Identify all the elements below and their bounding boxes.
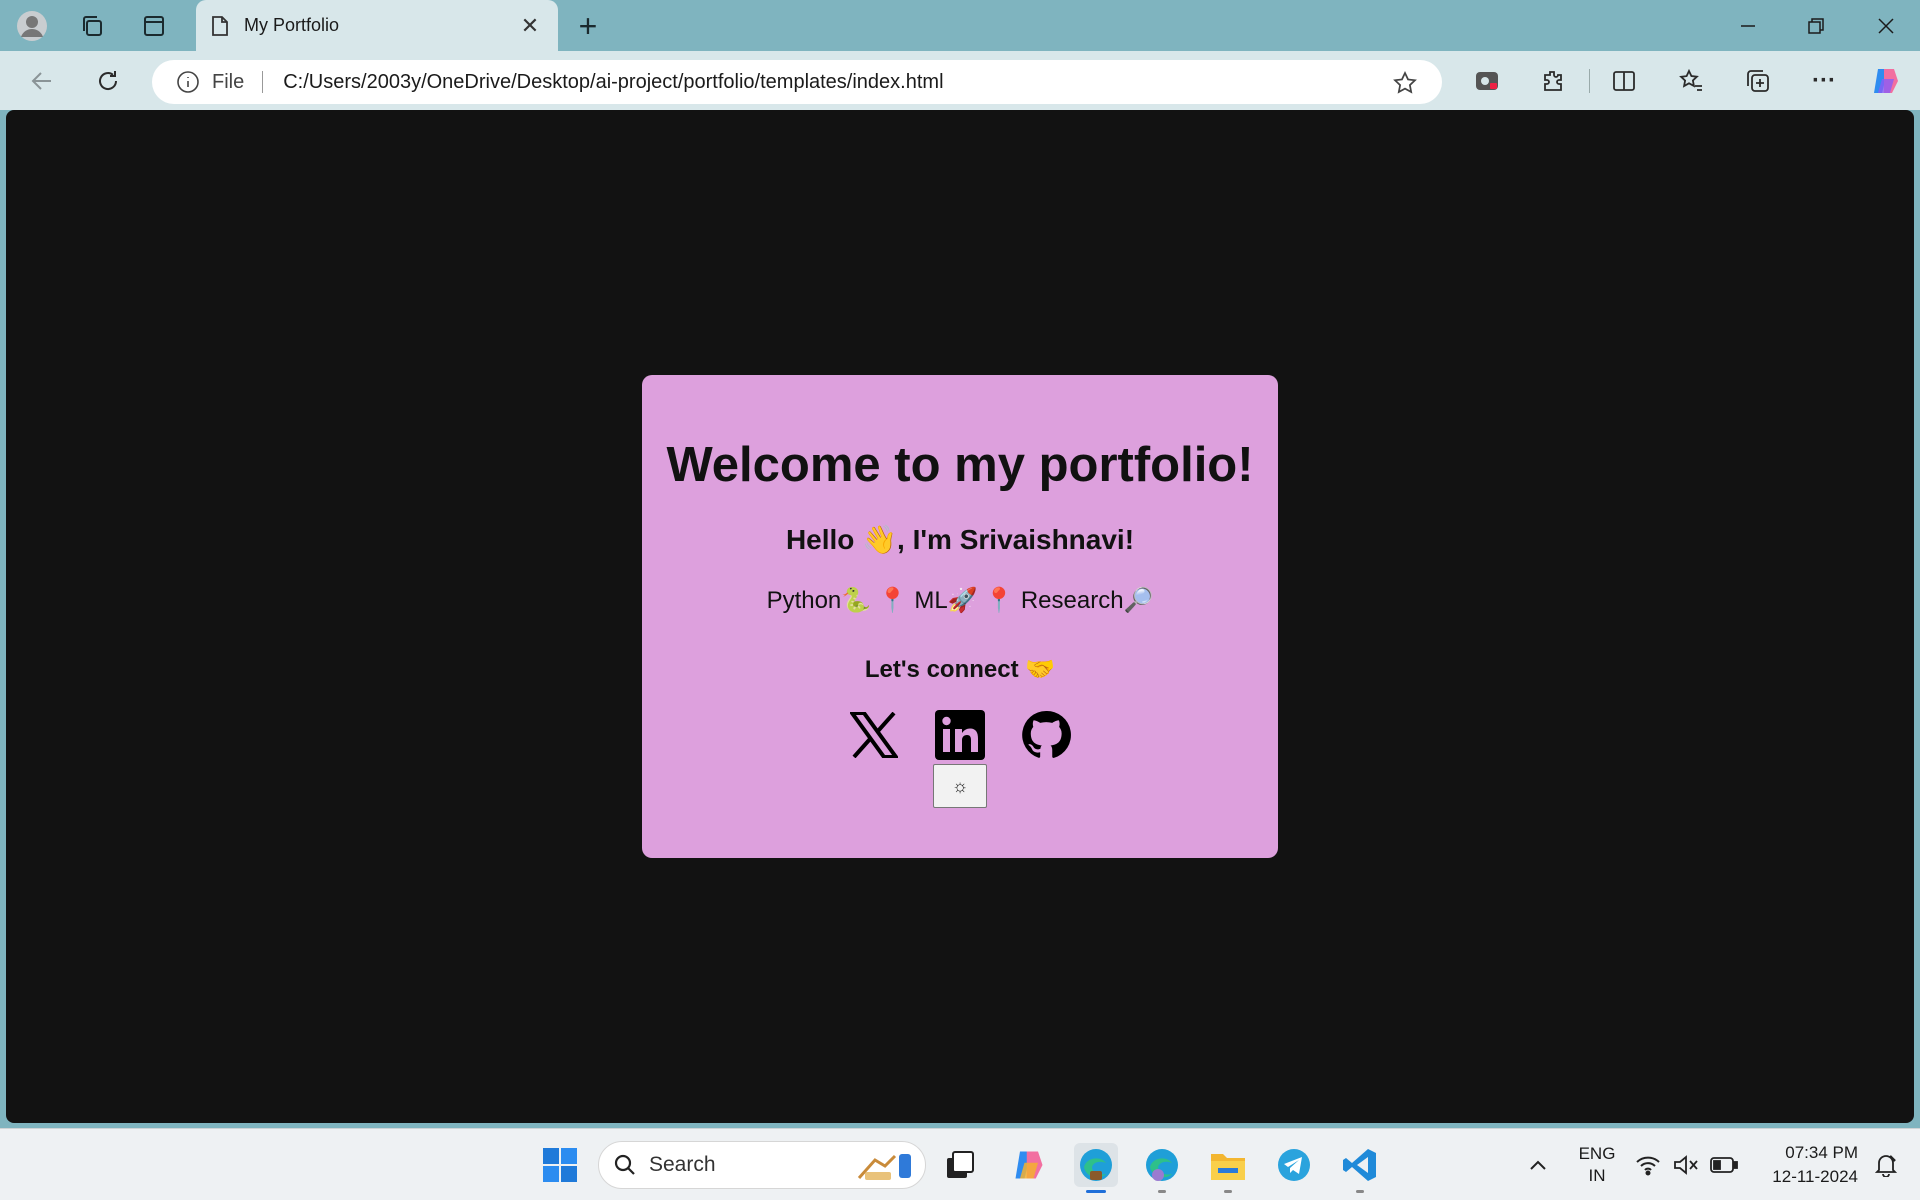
taskbar: Search ENG IN 07:34 PM 12-11-2024	[0, 1128, 1920, 1200]
region-code: IN	[1588, 1166, 1606, 1185]
back-button[interactable]	[22, 61, 62, 101]
vscode-icon[interactable]	[1338, 1143, 1382, 1193]
file-explorer-icon[interactable]	[1206, 1143, 1250, 1193]
connect-heading: Let's connect 🤝	[864, 656, 1056, 683]
search-highlight-icon	[855, 1148, 915, 1189]
notifications-bell-icon[interactable]	[1868, 1143, 1904, 1187]
workspaces-icon[interactable]	[74, 8, 110, 44]
telegram-icon[interactable]	[1272, 1143, 1316, 1187]
close-window-button[interactable]	[1852, 0, 1920, 51]
battery-icon[interactable]	[1706, 1143, 1742, 1187]
tab-my-portfolio[interactable]: My Portfolio ✕	[196, 0, 558, 51]
favorites-icon[interactable]	[1671, 61, 1711, 101]
search-label: Search	[649, 1153, 716, 1176]
more-menu-icon[interactable]: ···	[1804, 61, 1844, 101]
clock[interactable]: 07:34 PM 12-11-2024	[1754, 1141, 1858, 1189]
wifi-icon[interactable]	[1630, 1143, 1666, 1187]
page-icon	[212, 15, 228, 36]
taskbar-search[interactable]: Search	[598, 1141, 926, 1189]
copilot-icon[interactable]	[1866, 61, 1906, 101]
skills-line: Python🐍 📍 ML🚀 📍 Research🔎	[766, 587, 1154, 614]
address-url[interactable]: C:/Users/2003y/OneDrive/Desktop/ai-proje…	[283, 71, 943, 94]
theme-toggle-button[interactable]: ☼	[933, 764, 987, 808]
minimize-button[interactable]	[1714, 0, 1782, 51]
profile-avatar-icon[interactable]	[14, 8, 50, 44]
edge-profile-icon[interactable]	[1140, 1143, 1184, 1193]
greeting-text: Hello 👋, I'm Srivaishnavi!	[785, 524, 1135, 555]
page-viewport: Welcome to my portfolio! Hello 👋, I'm Sr…	[6, 110, 1914, 1123]
chevron-up-icon[interactable]	[1516, 1143, 1560, 1187]
portfolio-card: Welcome to my portfolio! Hello 👋, I'm Sr…	[642, 375, 1278, 858]
language-indicator[interactable]: ENG IN	[1576, 1143, 1618, 1187]
page-heading: Welcome to my portfolio!	[666, 438, 1254, 492]
split-screen-icon[interactable]	[1604, 61, 1644, 101]
edge-active-icon[interactable]	[1074, 1143, 1118, 1193]
info-icon[interactable]	[176, 70, 200, 94]
tab-actions-icon[interactable]	[136, 8, 172, 44]
running-indicator	[1224, 1190, 1232, 1193]
clock-date: 12-11-2024	[1772, 1167, 1858, 1186]
address-scheme: File	[212, 70, 245, 93]
social-links	[642, 710, 1278, 760]
tab-close-button[interactable]: ✕	[516, 13, 544, 39]
task-view-icon[interactable]	[938, 1143, 982, 1187]
toolbar-divider	[1589, 69, 1590, 93]
title-bar: My Portfolio ✕ +	[0, 0, 1920, 51]
github-icon[interactable]	[1021, 710, 1071, 760]
running-indicator	[1356, 1190, 1364, 1193]
tab-title: My Portfolio	[244, 15, 340, 35]
collections-icon[interactable]	[1738, 61, 1778, 101]
start-windows-icon[interactable]	[538, 1143, 582, 1187]
address-separator	[262, 71, 264, 93]
running-indicator	[1158, 1190, 1166, 1193]
restore-button[interactable]	[1782, 0, 1850, 51]
active-indicator	[1086, 1190, 1106, 1193]
favorite-star-icon[interactable]	[1392, 70, 1418, 101]
x-twitter-icon[interactable]	[849, 710, 899, 760]
extensions-icon[interactable]	[1533, 61, 1573, 101]
volume-muted-icon[interactable]	[1668, 1143, 1704, 1187]
copilot-taskbar-icon[interactable]	[1007, 1143, 1051, 1187]
browser-toolbar: File C:/Users/2003y/OneDrive/Desktop/ai-…	[0, 51, 1920, 110]
copilot-app-icon[interactable]	[1467, 61, 1507, 101]
search-icon	[614, 1154, 635, 1175]
language-code: ENG	[1578, 1144, 1616, 1163]
clock-time: 07:34 PM	[1785, 1143, 1858, 1162]
address-bar[interactable]: File C:/Users/2003y/OneDrive/Desktop/ai-…	[152, 60, 1442, 104]
refresh-button[interactable]	[88, 61, 128, 101]
new-tab-button[interactable]: +	[570, 8, 606, 44]
linkedin-icon[interactable]	[935, 710, 985, 760]
